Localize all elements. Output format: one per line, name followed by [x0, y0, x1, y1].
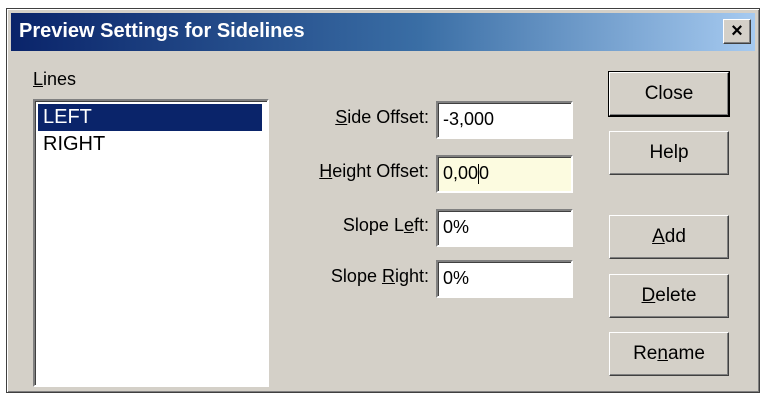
rename-button[interactable]: Rename — [609, 332, 729, 376]
add-button[interactable]: Add — [609, 215, 729, 259]
close-icon: × — [731, 20, 743, 42]
slope-left-input[interactable]: 0% — [436, 209, 573, 247]
list-item-left[interactable]: LEFT — [38, 104, 262, 131]
height-offset-input[interactable]: 0,000 — [436, 155, 573, 193]
side-offset-label: Side Offset: — [335, 107, 429, 127]
close-window-button[interactable]: × — [723, 19, 751, 44]
dialog-window: Preview Settings for Sidelines × Lines L… — [6, 8, 760, 393]
height-offset-label: Height Offset: — [319, 161, 429, 181]
slope-left-label: Slope Left: — [342, 215, 429, 235]
close-button[interactable]: Close — [608, 71, 730, 117]
title-bar[interactable]: Preview Settings for Sidelines × — [11, 13, 755, 51]
list-item-right[interactable]: RIGHT — [38, 131, 262, 158]
lines-label: Lines — [33, 69, 77, 89]
lines-listbox[interactable]: LEFT RIGHT — [33, 99, 269, 387]
side-offset-input[interactable]: -3,000 — [436, 101, 573, 139]
slope-right-input[interactable]: 0% — [436, 260, 573, 298]
help-button[interactable]: Help — [609, 131, 729, 175]
delete-button[interactable]: Delete — [609, 274, 729, 318]
window-title: Preview Settings for Sidelines — [19, 20, 305, 42]
slope-right-label: Slope Right: — [330, 266, 429, 286]
